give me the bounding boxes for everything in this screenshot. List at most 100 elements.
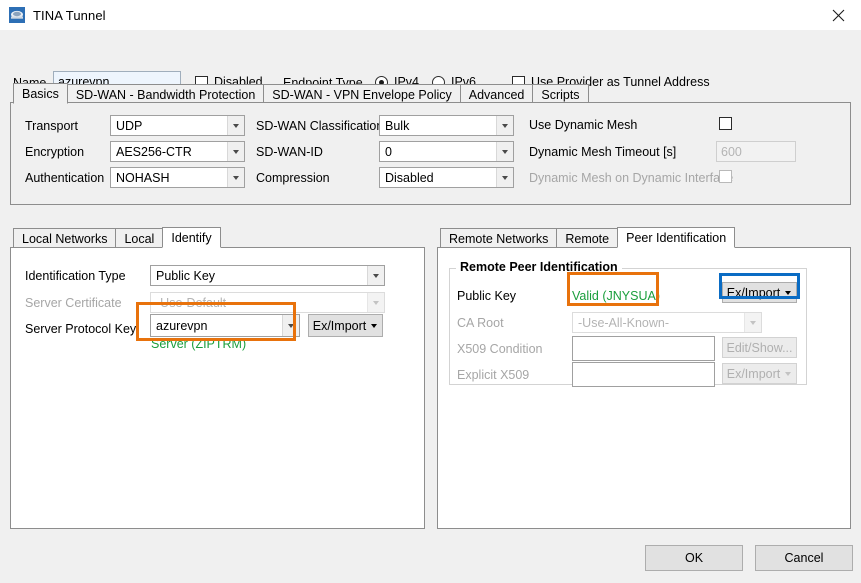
sdwan-classification-combo[interactable]: Bulk (379, 115, 514, 136)
encryption-label: Encryption (25, 145, 85, 159)
tab-remote-networks[interactable]: Remote Networks (440, 228, 558, 248)
server-protocol-key-value: azurevpn (156, 318, 208, 333)
tab-label: Peer Identification (626, 230, 727, 245)
server-certificate-label: Server Certificate (25, 296, 122, 310)
tab-label: Basics (22, 86, 59, 101)
tab-label: Local (124, 231, 155, 246)
peer-identification-panel: Remote Peer Identification Public Key Va… (437, 247, 851, 529)
transport-label: Transport (25, 119, 79, 133)
tab-label: Remote Networks (449, 231, 549, 246)
compression-label: Compression (256, 171, 330, 185)
cancel-button[interactable]: Cancel (755, 545, 853, 571)
server-protocol-key-eximport-button[interactable]: Ex/Import (308, 314, 383, 337)
remote-peer-identification-title: Remote Peer Identification (456, 260, 622, 274)
window-title: TINA Tunnel (33, 7, 106, 23)
public-key-label: Public Key (457, 289, 517, 303)
chevron-down-icon[interactable] (227, 116, 244, 135)
chevron-down-icon[interactable] (227, 142, 244, 161)
public-key-status: Valid (JNYSUA) (572, 289, 660, 303)
chevron-down-icon[interactable] (496, 142, 513, 161)
chevron-down-icon[interactable] (496, 168, 513, 187)
x509-condition-label: X509 Condition (457, 342, 543, 356)
dynamic-mesh-interface-checkbox[interactable] (719, 170, 732, 183)
chevron-down-icon[interactable] (496, 116, 513, 135)
close-icon[interactable] (816, 0, 861, 31)
tab-local-networks[interactable]: Local Networks (13, 228, 117, 248)
tab-identify[interactable]: Identify (162, 227, 221, 248)
sdwan-id-value: 0 (385, 144, 392, 159)
server-certificate-value: -Use-Default- (156, 295, 231, 310)
dynamic-mesh-interface-label: Dynamic Mesh on Dynamic Interface (529, 171, 734, 185)
server-protocol-key-label: Server Protocol Key (25, 322, 137, 336)
x509-edit-show-button[interactable]: Edit/Show... (722, 337, 797, 358)
explicit-x509-label: Explicit X509 (457, 368, 530, 382)
identification-type-combo[interactable]: Public Key (150, 265, 385, 286)
tab-label: SD-WAN - Bandwidth Protection (75, 87, 256, 102)
chevron-down-icon[interactable] (227, 168, 244, 187)
explicit-x509-input[interactable] (572, 362, 715, 387)
ca-root-value: -Use-All-Known- (578, 315, 669, 330)
dynamic-mesh-timeout-input[interactable]: 600 (716, 141, 796, 162)
tina-tunnel-dialog: TINA Tunnel Name Disabled Endpoint Type … (0, 0, 861, 583)
encryption-value: AES256-CTR (116, 144, 192, 159)
public-key-eximport-button[interactable]: Ex/Import (722, 282, 797, 303)
authentication-combo[interactable]: NOHASH (110, 167, 245, 188)
transport-combo[interactable]: UDP (110, 115, 245, 136)
tab-advanced[interactable]: Advanced (459, 84, 534, 104)
right-panel-tabs: Remote Networks Remote Peer Identificati… (440, 227, 736, 248)
tab-sdwan-bandwidth-protection[interactable]: SD-WAN - Bandwidth Protection (66, 84, 265, 104)
tab-local[interactable]: Local (115, 228, 164, 248)
use-dynamic-mesh-label: Use Dynamic Mesh (529, 118, 638, 132)
sdwan-classification-value: Bulk (385, 118, 410, 133)
cancel-label: Cancel (784, 551, 824, 565)
sdwan-classification-label: SD-WAN Classification (256, 119, 384, 133)
identification-type-value: Public Key (156, 268, 216, 283)
encryption-combo[interactable]: AES256-CTR (110, 141, 245, 162)
tab-remote[interactable]: Remote (556, 228, 619, 248)
explicit-x509-eximport-button[interactable]: Ex/Import (722, 363, 797, 384)
identify-panel: Identification Type Public Key Server Ce… (10, 247, 425, 529)
tab-peer-identification[interactable]: Peer Identification (617, 227, 736, 248)
tab-label: Identify (171, 230, 212, 245)
tab-label: Local Networks (22, 231, 108, 246)
tina-tunnel-icon (9, 7, 25, 23)
authentication-label: Authentication (25, 171, 105, 185)
tab-label: Scripts (541, 87, 580, 102)
server-protocol-key-status: Server (ZIPTRM) (151, 337, 247, 351)
eximport-label: Ex/Import (726, 366, 781, 381)
ca-root-label: CA Root (457, 316, 504, 330)
eximport-label: Ex/Import (726, 285, 781, 300)
identification-type-label: Identification Type (25, 269, 126, 283)
chevron-down-icon[interactable] (367, 266, 384, 285)
sdwan-id-combo[interactable]: 0 (379, 141, 514, 162)
tab-scripts[interactable]: Scripts (532, 84, 589, 104)
dynamic-mesh-timeout-label: Dynamic Mesh Timeout [s] (529, 145, 677, 159)
compression-value: Disabled (385, 170, 434, 185)
use-dynamic-mesh-checkbox[interactable] (719, 117, 732, 130)
x509-condition-input[interactable] (572, 336, 715, 361)
ok-button[interactable]: OK (645, 545, 743, 571)
chevron-down-icon[interactable] (367, 293, 384, 312)
tab-label: SD-WAN - VPN Envelope Policy (272, 87, 452, 102)
left-panel-tabs: Local Networks Local Identify (13, 227, 221, 248)
ca-root-combo[interactable]: -Use-All-Known- (572, 312, 762, 333)
server-certificate-combo[interactable]: -Use-Default- (150, 292, 385, 313)
main-tabs: Basics SD-WAN - Bandwidth Protection SD-… (13, 83, 589, 104)
tab-label: Advanced (468, 87, 525, 102)
authentication-value: NOHASH (116, 170, 170, 185)
eximport-label: Ex/Import (312, 318, 367, 333)
ok-label: OK (684, 551, 704, 565)
tab-basics[interactable]: Basics (13, 83, 68, 104)
basics-panel: Transport UDP Encryption AES256-CTR Auth… (10, 102, 851, 205)
compression-combo[interactable]: Disabled (379, 167, 514, 188)
transport-value: UDP (116, 118, 143, 133)
chevron-down-icon[interactable] (744, 313, 761, 332)
edit-show-label: Edit/Show... (726, 340, 793, 355)
server-protocol-key-combo[interactable]: azurevpn (150, 314, 300, 337)
chevron-down-icon[interactable] (282, 315, 299, 336)
tab-label: Remote (565, 231, 610, 246)
sdwan-id-label: SD-WAN-ID (256, 145, 323, 159)
title-bar: TINA Tunnel (0, 0, 861, 31)
header-row: Name Disabled Endpoint Type IPv4 IPv6 Us… (0, 31, 861, 93)
tab-sdwan-vpn-envelope-policy[interactable]: SD-WAN - VPN Envelope Policy (263, 84, 461, 104)
